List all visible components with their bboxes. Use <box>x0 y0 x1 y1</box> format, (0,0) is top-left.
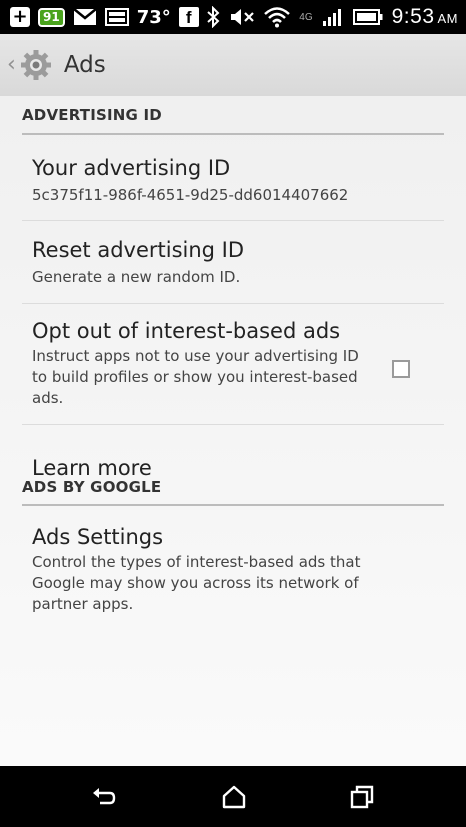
ads-settings-title: Ads Settings <box>32 525 164 549</box>
opt-out-interest-ads-item[interactable]: Opt out of interest-based ads Instruct a… <box>22 304 444 425</box>
notification-badge-icon: 91 <box>38 7 65 27</box>
reset-advertising-id-summary: Generate a new random ID. <box>32 268 241 286</box>
status-bar: + 91 73° f 4G 9:53 AM <box>0 0 466 34</box>
bluetooth-icon <box>207 6 220 28</box>
screenshot-icon <box>104 8 129 26</box>
network-type: 4G <box>299 11 313 23</box>
opt-out-summary: Instruct apps not to use your advertisin… <box>32 347 359 407</box>
time-value: 9:53 <box>391 5 435 28</box>
page-title: Ads <box>63 52 106 78</box>
facebook-icon: f <box>178 7 199 27</box>
ads-settings-summary: Control the types of interest-based ads … <box>32 553 361 613</box>
temperature-text: 73° <box>136 6 171 28</box>
reset-advertising-id-title: Reset advertising ID <box>32 238 245 262</box>
status-notifications: + 91 73° f <box>10 7 199 28</box>
reset-advertising-id-item[interactable]: Reset advertising ID Generate a new rand… <box>22 221 444 304</box>
ads-settings-item[interactable]: Ads Settings Control the types of intere… <box>22 506 444 636</box>
opt-out-checkbox[interactable] <box>392 360 410 378</box>
settings-list: ADVERTISING ID Your advertising ID 5c375… <box>0 96 466 766</box>
learn-more-title: Learn more <box>32 456 152 480</box>
settings-gear-icon[interactable] <box>18 47 54 83</box>
mute-icon <box>231 9 255 25</box>
your-advertising-id-title: Your advertising ID <box>32 156 231 180</box>
status-time: 9:53 AM <box>392 5 458 29</box>
back-icon[interactable] <box>91 784 117 810</box>
signal-icon <box>322 9 341 26</box>
section-header-advertising-id: ADVERTISING ID <box>22 96 444 135</box>
action-bar: ‹ Ads <box>0 34 466 96</box>
home-icon[interactable] <box>221 784 247 810</box>
gmail-icon <box>72 8 97 25</box>
advertising-id-value: 5c375f11-986f-4651-9d25-dd6014407662 <box>32 186 349 204</box>
status-system: 4G 9:53 AM <box>206 5 458 29</box>
wifi-icon <box>264 7 291 28</box>
navigation-bar <box>0 766 466 827</box>
battery-icon <box>352 9 383 25</box>
your-advertising-id-item[interactable]: Your advertising ID 5c375f11-986f-4651-9… <box>22 135 444 221</box>
back-caret-icon[interactable]: ‹ <box>7 54 16 76</box>
plus-icon: + <box>10 7 30 27</box>
time-ampm: AM <box>437 11 458 26</box>
recent-apps-icon[interactable] <box>349 784 375 810</box>
opt-out-title: Opt out of interest-based ads <box>32 319 341 343</box>
